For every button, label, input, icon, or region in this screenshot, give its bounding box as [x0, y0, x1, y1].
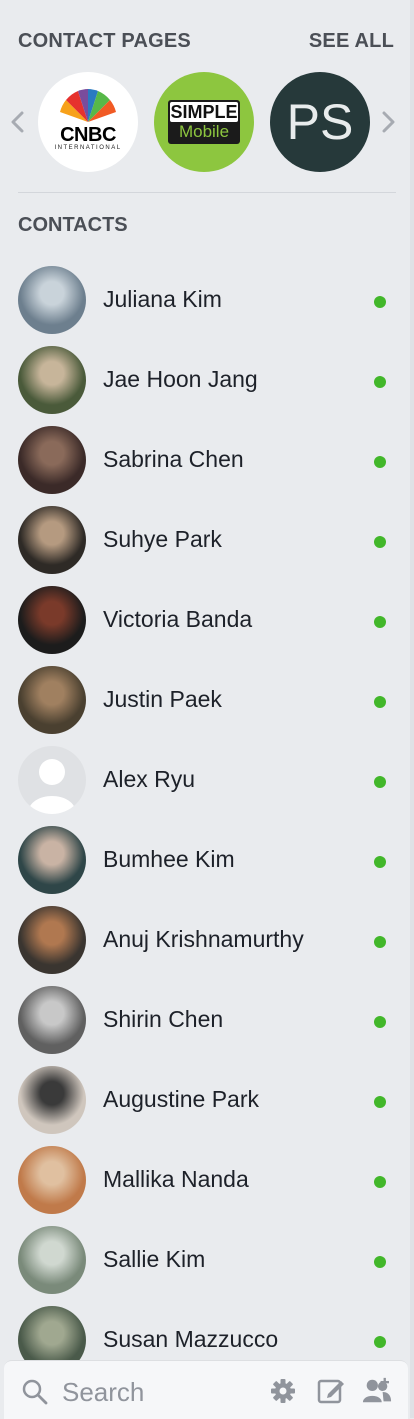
online-status-dot: [374, 776, 386, 788]
contact-row[interactable]: Shirin Chen: [0, 982, 410, 1062]
online-status-dot: [374, 1096, 386, 1108]
avatar: [18, 906, 86, 974]
contact-name: Jae Hoon Jang: [103, 366, 258, 392]
search-icon: [22, 1379, 48, 1405]
online-status-dot: [374, 936, 386, 948]
online-status-dot: [374, 1176, 386, 1188]
contact-row[interactable]: Augustine Park: [0, 1062, 410, 1142]
online-status-dot: [374, 696, 386, 708]
online-status-dot: [374, 616, 386, 628]
contact-row[interactable]: Victoria Banda: [0, 582, 410, 662]
avatar: [18, 1146, 86, 1214]
contact-name: Alex Ryu: [103, 766, 196, 792]
cnbc-logo-sub: INTERNATIONAL: [54, 145, 122, 151]
avatar: [18, 426, 86, 494]
online-status-dot: [374, 1016, 386, 1028]
avatar: [18, 586, 86, 654]
compose-icon[interactable]: [316, 1376, 346, 1406]
contact-name: Sabrina Chen: [103, 446, 244, 472]
avatar: [18, 346, 86, 414]
contact-name: Sallie Kim: [103, 1246, 206, 1272]
chevron-left-icon[interactable]: [8, 110, 28, 134]
contacts-title: CONTACTS: [18, 214, 128, 236]
online-status-dot: [374, 1256, 386, 1268]
search-input[interactable]: [60, 1371, 254, 1413]
contact-pages-carousel: CNBC INTERNATIONAL SIMPLE Mobile PS: [0, 70, 410, 176]
online-status-dot: [374, 536, 386, 548]
avatar: [18, 666, 86, 734]
see-all-link[interactable]: SEE ALL: [309, 30, 394, 53]
contact-row[interactable]: Alex Ryu: [0, 742, 410, 822]
online-status-dot: [374, 376, 386, 388]
page-ps[interactable]: PS: [270, 72, 370, 172]
online-status-dot: [374, 456, 386, 468]
contact-name: Susan Mazzucco: [103, 1326, 279, 1352]
contact-name: Juliana Kim: [103, 286, 222, 312]
contact-row[interactable]: Sallie Kim: [0, 1222, 410, 1302]
avatar: [18, 506, 86, 574]
mobile-logo-text: Mobile: [178, 122, 230, 141]
contact-name: Victoria Banda: [103, 606, 253, 632]
simple-logo-text: SIMPLE: [170, 102, 238, 122]
default-avatar: [18, 746, 86, 814]
avatar: [18, 1066, 86, 1134]
contact-name: Justin Paek: [103, 686, 222, 712]
contact-name: Suhye Park: [103, 526, 222, 552]
avatar: [18, 1226, 86, 1294]
cnbc-peacock-logo: [54, 89, 122, 138]
ps-logo-text: PS: [286, 94, 354, 150]
contact-row[interactable]: Juliana Kim: [0, 262, 410, 342]
contact-name: Augustine Park: [103, 1086, 259, 1112]
contact-row[interactable]: Justin Paek: [0, 662, 410, 742]
add-contact-icon[interactable]: [362, 1376, 392, 1406]
contact-pages-title: CONTACT PAGES: [18, 29, 191, 52]
page-simple-mobile[interactable]: SIMPLE Mobile: [154, 72, 254, 172]
contact-name: Mallika Nanda: [103, 1166, 249, 1192]
avatar: [18, 826, 86, 894]
contact-row[interactable]: Mallika Nanda: [0, 1142, 410, 1222]
contact-row[interactable]: Bumhee Kim: [0, 822, 410, 902]
contact-row[interactable]: Sabrina Chen: [0, 422, 410, 502]
contact-row[interactable]: Suhye Park: [0, 502, 410, 582]
search-bar: [4, 1360, 408, 1419]
avatar: [18, 266, 86, 334]
chevron-right-icon[interactable]: [378, 110, 398, 134]
online-status-dot: [374, 856, 386, 868]
contact-name: Shirin Chen: [103, 1006, 224, 1032]
section-divider: [18, 192, 396, 193]
chat-sidebar: CONTACT PAGES SEE ALL CNBC INTERNATIONAL: [0, 0, 411, 1418]
contact-row[interactable]: Jae Hoon Jang: [0, 342, 410, 422]
contact-pages-header: CONTACT PAGES SEE ALL: [18, 28, 394, 54]
contact-name: Bumhee Kim: [103, 846, 235, 872]
online-status-dot: [374, 1336, 386, 1348]
page-cnbc[interactable]: CNBC INTERNATIONAL: [38, 72, 138, 172]
gear-icon[interactable]: [268, 1376, 298, 1406]
cnbc-logo-text: CNBC: [60, 124, 116, 146]
online-status-dot: [374, 296, 386, 308]
contact-name: Anuj Krishnamurthy: [103, 926, 304, 952]
contact-row[interactable]: Anuj Krishnamurthy: [0, 902, 410, 982]
avatar: [18, 986, 86, 1054]
window-edge: [410, 0, 414, 1418]
